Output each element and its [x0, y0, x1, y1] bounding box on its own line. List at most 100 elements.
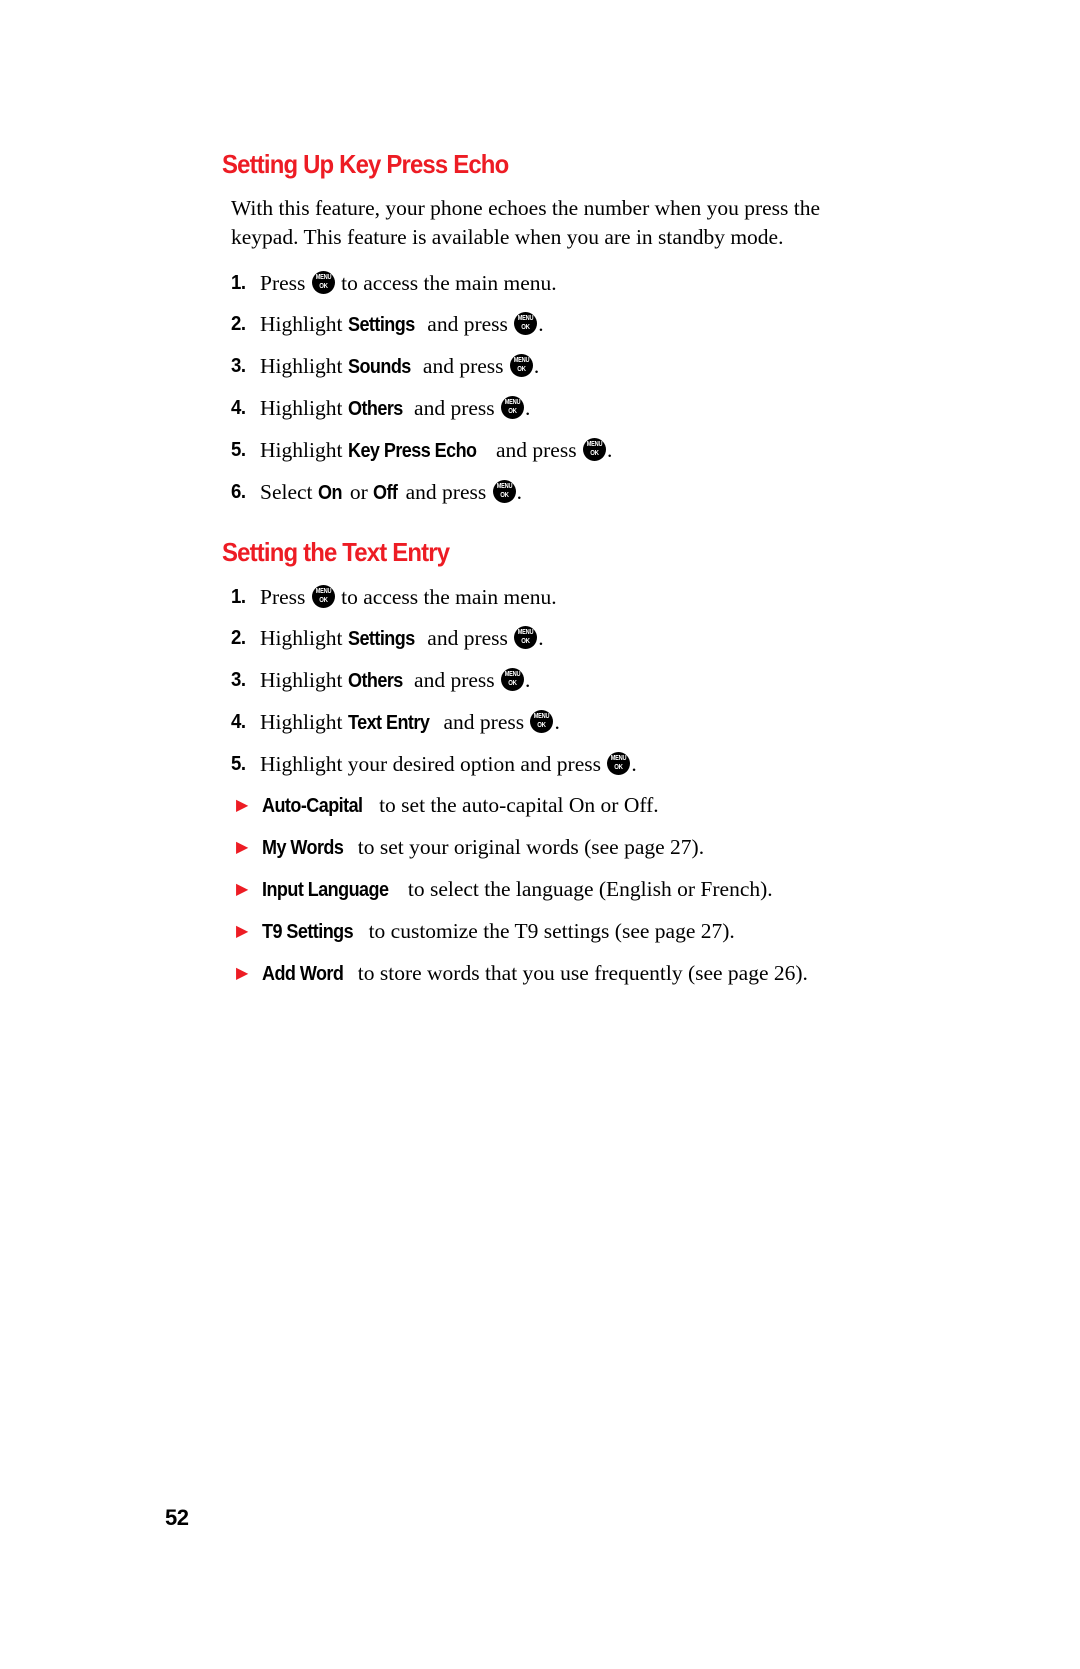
menu-key-bottom-label: OK: [521, 636, 531, 646]
step-item: 2. Highlight Settings and press MENU OK.: [222, 623, 922, 654]
step-keyword: Sounds: [347, 355, 411, 378]
step-text-post: to access the main menu.: [335, 584, 557, 609]
step-text-mid: and press: [417, 353, 509, 378]
step-number: 2.: [231, 626, 246, 649]
step-item: 1. Press MENU OK to access the main menu.: [222, 582, 922, 612]
step-number: 4.: [231, 396, 246, 419]
menu-key-bottom-label: OK: [319, 281, 328, 291]
step-text-pre: Highlight: [260, 395, 348, 420]
menu-key-bottom-label: OK: [517, 364, 526, 374]
menu-ok-key-icon: MENU OK: [530, 709, 554, 733]
step-number: 3.: [231, 354, 246, 377]
step-item: 3. Highlight Sounds and press MENU OK.: [222, 351, 922, 382]
step-keyword: Text Entry: [347, 711, 430, 734]
triangle-bullet-icon: ▶: [236, 964, 249, 982]
step-text-mid: and press: [438, 709, 530, 734]
step-text-pre: Highlight: [260, 709, 348, 734]
step-item: 4. Highlight Text Entry and press MENU OK.: [222, 707, 922, 738]
menu-key-top-label: MENU: [517, 315, 534, 323]
menu-key-bottom-label: OK: [537, 720, 547, 730]
menu-key-top-label: MENU: [513, 357, 530, 365]
menu-ok-key-icon: MENU OK: [311, 584, 335, 608]
menu-key-top-label: MENU: [611, 755, 627, 763]
step-text-pre: Highlight: [260, 625, 348, 650]
menu-key-bottom-label: OK: [499, 490, 509, 500]
step-number: 6.: [231, 480, 246, 503]
menu-key-top-label: MENU: [496, 483, 512, 491]
option-name: Input Language: [262, 878, 389, 901]
step-number: 3.: [231, 668, 246, 691]
menu-ok-key-icon: MENU OK: [501, 667, 525, 691]
step-text-mid: and press: [408, 667, 501, 692]
page-content: Setting Up Key Press Echo With this feat…: [222, 149, 922, 1000]
menu-key-top-label: MENU: [586, 441, 603, 449]
steps-list-key-press-echo: 1. Press MENU OK to access the main menu. …: [222, 268, 922, 508]
step-keyword: Others: [347, 669, 403, 692]
menu-key-bottom-label: OK: [319, 595, 328, 605]
menu-ok-key-icon: MENU OK: [582, 437, 606, 461]
option-description: to set your original words (see page 27)…: [352, 834, 705, 859]
step-keyword: Settings: [347, 313, 415, 336]
step-text-mid: and press: [490, 437, 582, 462]
step-number: 5.: [231, 438, 246, 461]
step-text-post: .: [554, 709, 560, 734]
menu-key-top-label: MENU: [534, 713, 550, 721]
step-item: 5. Highlight your desired option and pres…: [222, 749, 922, 779]
step-number: 2.: [231, 312, 246, 335]
step-text-post: .: [538, 625, 544, 650]
step-keyword: Settings: [347, 627, 415, 650]
page-number: 52: [165, 1505, 189, 1530]
option-description: to customize the T9 settings (see page 2…: [363, 918, 735, 943]
step-item: 4. Highlight Others and press MENU OK.: [222, 393, 922, 424]
menu-ok-key-icon: MENU OK: [607, 751, 631, 775]
step-text-pre: Press: [260, 270, 311, 295]
step-keyword-off: Off: [373, 481, 398, 504]
step-text-post: .: [525, 395, 531, 420]
list-item: ▶ Auto-Capital to set the auto-capital On…: [222, 790, 922, 821]
step-text-mid: and press: [400, 479, 492, 504]
triangle-bullet-icon: ▶: [236, 838, 249, 856]
step-text-post: .: [631, 751, 637, 776]
section-heading-key-press-echo: Setting Up Key Press Echo: [222, 149, 509, 179]
text-entry-options-list: ▶ Auto-Capital to set the auto-capital On…: [222, 790, 922, 989]
option-name: T9 Settings: [262, 920, 354, 943]
option-description: to set the auto-capital On or Off.: [373, 792, 659, 817]
step-keyword: Others: [347, 397, 403, 420]
triangle-bullet-icon: ▶: [236, 880, 249, 898]
step-text-post: .: [525, 667, 531, 692]
menu-ok-key-icon: MENU OK: [501, 395, 525, 419]
step-text-post: to access the main menu.: [335, 270, 557, 295]
menu-key-top-label: MENU: [315, 274, 332, 282]
step-text-pre: Select: [260, 479, 318, 504]
step-number: 5.: [231, 752, 246, 775]
menu-key-bottom-label: OK: [508, 678, 517, 688]
menu-key-bottom-label: OK: [521, 322, 531, 332]
step-text-post: .: [606, 437, 613, 462]
step-keyword-on: On: [317, 481, 342, 504]
menu-key-top-label: MENU: [517, 629, 534, 637]
step-text-mid: and press: [421, 625, 514, 650]
step-text-mid: and press: [408, 395, 501, 420]
step-item: 2. Highlight Settings and press MENU OK.: [222, 309, 922, 340]
step-number: 1.: [231, 271, 246, 294]
step-text-post: .: [533, 353, 540, 378]
section-2-wrapper: Setting the Text Entry: [222, 536, 922, 568]
step-keyword: Key Press Echo: [347, 439, 477, 462]
option-name: My Words: [262, 836, 344, 859]
menu-ok-key-icon: MENU OK: [514, 311, 538, 335]
step-text-or: or: [344, 479, 374, 504]
manual-page: Setting Up Key Press Echo With this feat…: [0, 0, 1080, 1669]
triangle-bullet-icon: ▶: [236, 796, 249, 814]
step-item: 5. Highlight Key Press Echo and press MEN…: [222, 435, 922, 466]
menu-key-bottom-label: OK: [508, 406, 517, 416]
menu-key-top-label: MENU: [504, 399, 521, 407]
section-heading-text-entry: Setting the Text Entry: [222, 536, 450, 567]
list-item: ▶ Add Word to store words that you use fr…: [222, 958, 922, 989]
steps-list-text-entry: 1. Press MENU OK to access the main menu. …: [222, 582, 922, 779]
list-item: ▶ My Words to set your original words (se…: [222, 832, 922, 863]
option-description: to store words that you use frequently (…: [352, 960, 808, 985]
step-text-pre: Highlight your desired option and press: [260, 751, 607, 776]
list-item: ▶ Input Language to select the language (…: [222, 874, 922, 905]
step-text-mid: and press: [421, 311, 514, 336]
step-text-pre: Highlight: [260, 311, 348, 336]
